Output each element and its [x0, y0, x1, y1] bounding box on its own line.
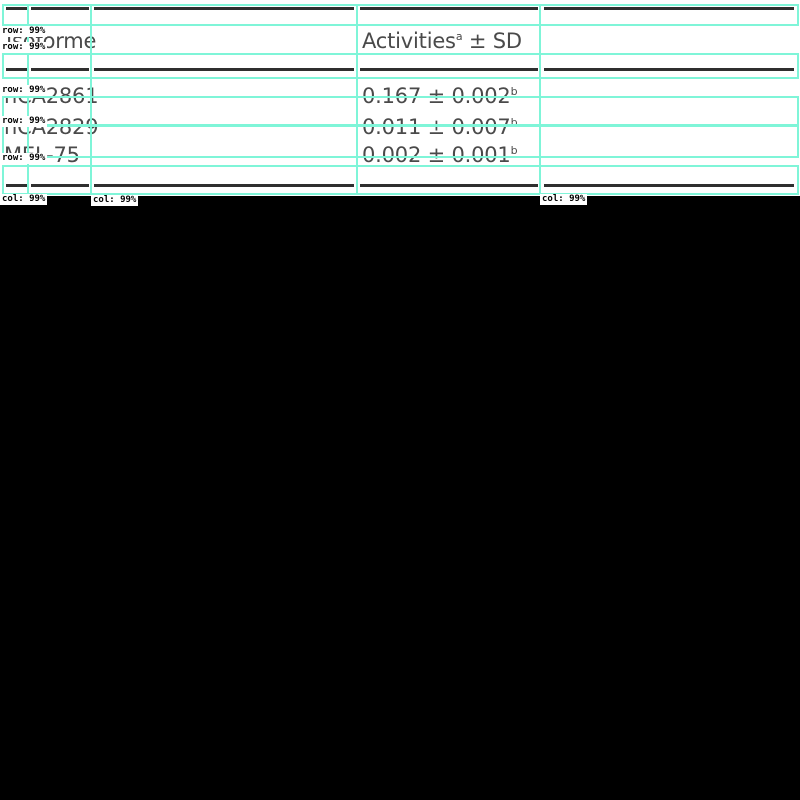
column-detection-label: col: 99%: [540, 194, 588, 205]
row-detection-box: [2, 4, 799, 26]
row-detection-label: row: 99%: [0, 26, 48, 37]
screenshot-canvas: Isoforme Activitiesa ± SD hCA2861 0.167 …: [0, 0, 800, 800]
activities-sd-label: ± SD: [462, 29, 522, 53]
row-detection-box: [2, 96, 799, 127]
row-detection-label: row: 99%: [0, 116, 48, 127]
row-detection-box: [2, 53, 799, 79]
column-detection-line: [539, 4, 541, 195]
activities-label: Activities: [362, 29, 456, 53]
row-detection-label: row: 99%: [0, 85, 48, 96]
column-detection-label: col: 99%: [91, 195, 139, 206]
row-detection-box: [2, 124, 799, 158]
column-detection-line: [90, 4, 92, 195]
row-detection-label: row: 99%: [0, 153, 48, 164]
column-detection-line: [356, 4, 358, 195]
column-detection-label: col: 99%: [0, 194, 48, 205]
column-header-activities: Activitiesa ± SD: [362, 29, 522, 53]
row-detection-label: row: 99%: [0, 42, 48, 53]
row-detection-box: [2, 165, 799, 195]
